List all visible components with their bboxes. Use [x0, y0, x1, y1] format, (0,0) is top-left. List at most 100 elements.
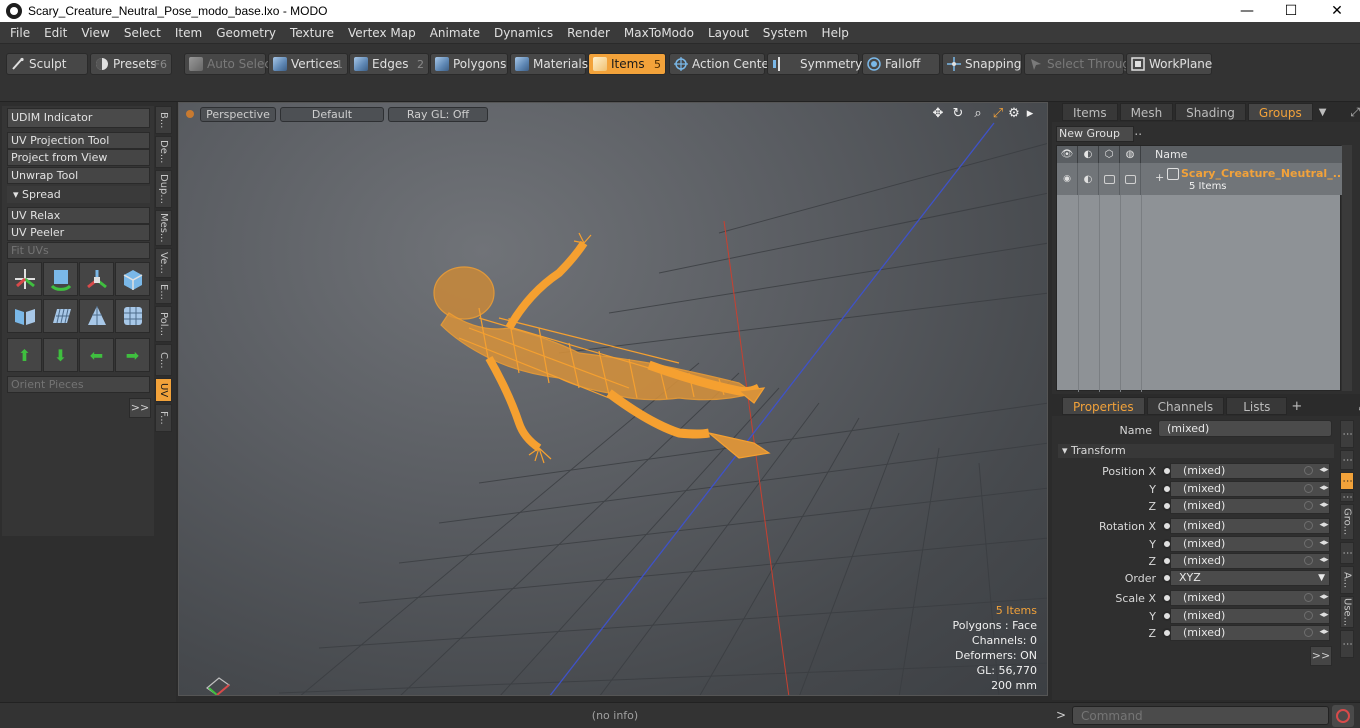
- group-select-checkbox[interactable]: [1124, 174, 1136, 184]
- tab-mesh-ops[interactable]: Mesh ...: [1119, 103, 1174, 138]
- uv-grid-button[interactable]: [43, 299, 78, 333]
- menu-render[interactable]: Render: [560, 22, 617, 44]
- items-button[interactable]: Items 5: [588, 53, 666, 75]
- transform-section-header[interactable]: ▾ Transform: [1058, 444, 1334, 458]
- tab-duplicate[interactable]: Dup...: [155, 170, 172, 208]
- uv-transform-button[interactable]: [115, 262, 150, 296]
- rotation-z-key-icon[interactable]: ◂▸: [1318, 555, 1330, 566]
- workplane-button[interactable]: WorkPlane: [1126, 53, 1212, 75]
- pan-arrows-icon[interactable]: ✥: [931, 107, 945, 121]
- uv-move-left-button[interactable]: ⬅: [79, 338, 114, 372]
- uv-sphere-button[interactable]: [115, 299, 150, 333]
- uv-projection-tool-button[interactable]: UV Projection Tool: [7, 132, 150, 149]
- menu-animate[interactable]: Animate: [423, 22, 487, 44]
- side-tab-active[interactable]: ⋮: [1340, 472, 1354, 490]
- polygons-button[interactable]: Polygons: [430, 53, 508, 75]
- expand-plus-icon[interactable]: +: [1155, 171, 1164, 184]
- menu-geometry[interactable]: Geometry: [209, 22, 283, 44]
- name-field[interactable]: (mixed): [1158, 420, 1332, 437]
- new-group-button[interactable]: New Group: [1056, 126, 1134, 142]
- select-through-button[interactable]: Select Through: [1024, 53, 1138, 75]
- maximize-button[interactable]: ☐: [1268, 0, 1314, 22]
- tab-basic[interactable]: B...: [155, 106, 172, 134]
- group-lock-checkbox[interactable]: [1103, 174, 1115, 184]
- tab-lists[interactable]: Lists: [1226, 397, 1288, 415]
- 3d-viewport[interactable]: Perspective Default Ray GL: Off ✥ ↻ ⌕ ⤢ …: [178, 102, 1048, 696]
- tab-vertex[interactable]: Ve...: [155, 248, 172, 278]
- tab-shading[interactable]: Shading: [1175, 103, 1246, 121]
- scale-x-lock-icon[interactable]: [1304, 593, 1313, 602]
- viewport-menu-dot[interactable]: [186, 110, 194, 118]
- more-properties-button[interactable]: >>: [1310, 646, 1332, 666]
- project-from-view-button[interactable]: Project from View: [7, 149, 150, 166]
- uv-rotate-button[interactable]: [43, 262, 78, 296]
- uv-scale-button[interactable]: [79, 262, 114, 296]
- group-name[interactable]: Scary_Creature_Neutral_...: [1181, 167, 1345, 180]
- menu-help[interactable]: Help: [815, 22, 856, 44]
- falloff-button[interactable]: Falloff: [862, 53, 940, 75]
- tab-uv[interactable]: UV: [155, 378, 172, 402]
- menu-texture[interactable]: Texture: [283, 22, 341, 44]
- position-z-lock-icon[interactable]: [1304, 501, 1313, 510]
- command-history-toggle[interactable]: >: [1056, 708, 1066, 722]
- udim-indicator-button[interactable]: UDIM Indicator: [7, 108, 150, 128]
- menu-layout[interactable]: Layout: [701, 22, 756, 44]
- menu-select[interactable]: Select: [117, 22, 168, 44]
- view-type-dropdown[interactable]: Perspective: [200, 106, 276, 122]
- menu-vertex-map[interactable]: Vertex Map: [341, 22, 423, 44]
- sculpt-button[interactable]: Sculpt: [6, 53, 88, 75]
- minimize-button[interactable]: —: [1224, 0, 1270, 22]
- tab-channels[interactable]: Channels: [1146, 397, 1225, 415]
- snapping-button[interactable]: Snapping: [942, 53, 1022, 75]
- unwrap-tool-button[interactable]: Unwrap Tool: [7, 167, 150, 184]
- scale-z-lock-icon[interactable]: [1304, 628, 1313, 637]
- tab-curve[interactable]: C...: [155, 344, 172, 376]
- shading-style-dropdown[interactable]: Default: [280, 106, 384, 122]
- position-y-key-icon[interactable]: ◂▸: [1318, 483, 1330, 494]
- tab-mesh-edit[interactable]: Mes...: [155, 210, 172, 246]
- menu-maxtomodo[interactable]: MaxToModo: [617, 22, 701, 44]
- tab-items[interactable]: Items: [1062, 103, 1118, 121]
- menu-item[interactable]: Item: [168, 22, 209, 44]
- position-x-lock-icon[interactable]: [1304, 466, 1313, 475]
- select-lock-icon[interactable]: ◍: [1120, 146, 1141, 163]
- zoom-icon[interactable]: ⌕: [971, 107, 985, 121]
- rotation-y-key-icon[interactable]: ◂▸: [1318, 538, 1330, 549]
- uv-move-right-button[interactable]: ➡: [115, 338, 150, 372]
- more-tools-button[interactable]: >>: [129, 398, 151, 418]
- scale-y-key-icon[interactable]: ◂▸: [1318, 610, 1330, 621]
- menu-dynamics[interactable]: Dynamics: [487, 22, 560, 44]
- scale-z-key-icon[interactable]: ◂▸: [1318, 627, 1330, 638]
- tab-fusion[interactable]: F...: [155, 404, 172, 432]
- uv-unwrap-button[interactable]: [7, 299, 42, 333]
- tab-polygon[interactable]: Pol...: [155, 306, 172, 342]
- viewport-expand-arrow-icon[interactable]: ▸: [1023, 107, 1037, 121]
- record-macro-button[interactable]: [1332, 705, 1354, 727]
- side-tab-menu-3[interactable]: ⋮: [1340, 492, 1354, 502]
- rotation-x-key-icon[interactable]: ◂▸: [1318, 520, 1330, 531]
- viewport-settings-gear-icon[interactable]: ⚙: [1007, 107, 1021, 121]
- tab-edge[interactable]: E...: [155, 280, 172, 304]
- close-button[interactable]: ✕: [1314, 0, 1360, 22]
- command-input[interactable]: [1072, 706, 1329, 725]
- orient-pieces-button[interactable]: Orient Pieces: [7, 376, 150, 393]
- fit-uvs-button[interactable]: Fit UVs: [7, 242, 150, 259]
- spread-section[interactable]: ▾ Spread: [7, 186, 150, 203]
- uv-move-button[interactable]: [7, 262, 42, 296]
- auto-select-button[interactable]: Auto Select: [184, 53, 276, 75]
- rotation-order-dropdown[interactable]: XYZ ▼: [1170, 570, 1330, 586]
- groups-scrollbar[interactable]: [1342, 145, 1352, 391]
- vertices-button[interactable]: Vertices 1: [268, 53, 348, 75]
- group-render-icon[interactable]: ◐: [1078, 163, 1099, 195]
- maximize-viewport-icon[interactable]: ⤢: [991, 107, 1005, 121]
- tab-deform[interactable]: De...: [155, 136, 172, 168]
- group-select-toggle[interactable]: [1120, 163, 1141, 195]
- tab-groups[interactable]: Groups: [1247, 103, 1313, 121]
- menu-view[interactable]: View: [74, 22, 116, 44]
- visibility-eye-icon[interactable]: 👁: [1057, 146, 1078, 163]
- menu-file[interactable]: File: [0, 22, 37, 44]
- rotation-x-lock-icon[interactable]: [1304, 521, 1313, 530]
- side-tab-assembly[interactable]: A...: [1340, 566, 1354, 594]
- name-column-header[interactable]: Name: [1141, 146, 1187, 163]
- uv-move-down-button[interactable]: ⬇: [43, 338, 78, 372]
